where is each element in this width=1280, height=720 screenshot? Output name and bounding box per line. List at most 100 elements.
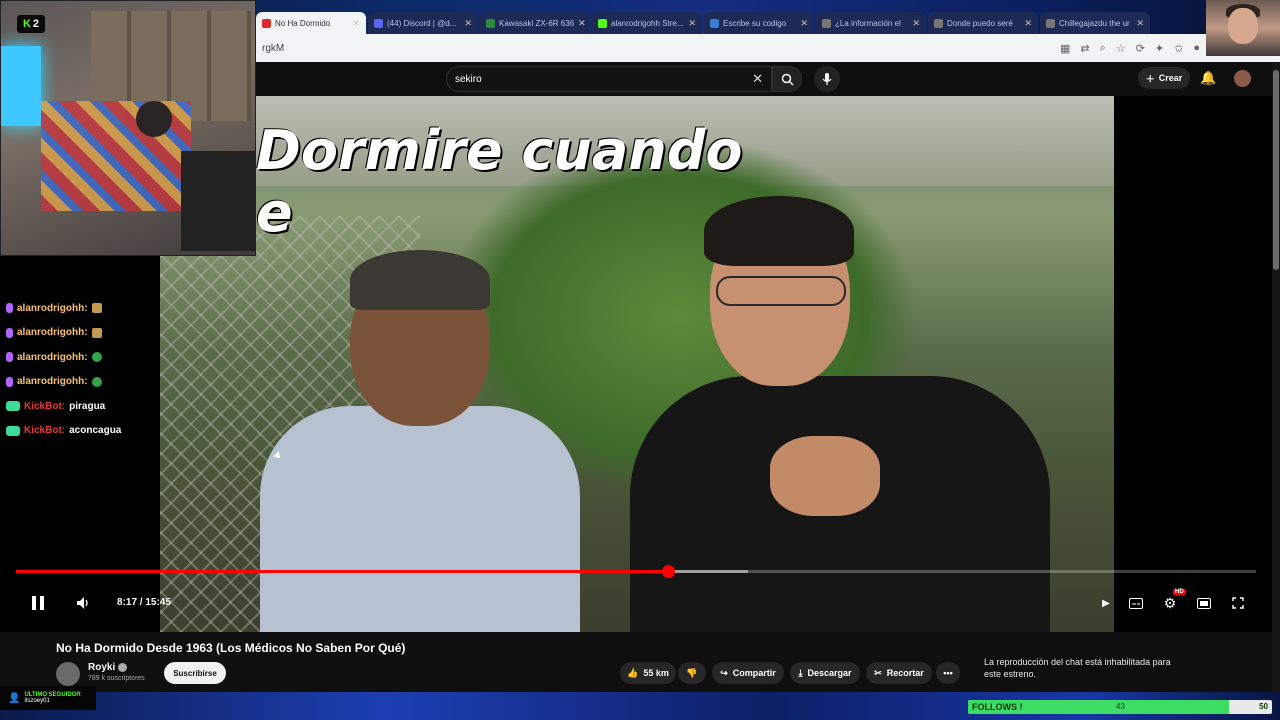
video-scene-young-man	[630, 196, 1050, 632]
bookmark-star-icon[interactable]: ☆	[1116, 42, 1126, 55]
close-tab-icon[interactable]: ✕	[800, 18, 808, 29]
tab-favicon-icon	[822, 18, 831, 28]
subscribe-button[interactable]: Suscribirse	[164, 662, 226, 684]
browser-tab[interactable]: ¿La información el ✕	[816, 12, 926, 34]
account-avatar[interactable]	[1234, 70, 1251, 87]
mic-badge-icon	[6, 352, 13, 363]
search-query: sekiro	[455, 73, 482, 85]
favorites-icon[interactable]: ✩	[1174, 42, 1183, 55]
browser-tab[interactable]: Escribe su codigo ✕	[704, 12, 814, 34]
chat-username: alanrodrigohh:	[17, 327, 88, 339]
tab-label: ¿La información el	[835, 18, 901, 28]
notifications-bell-icon[interactable]: 🔔	[1200, 70, 1216, 86]
tab-favicon-icon	[1046, 18, 1055, 28]
autoplay-toggle[interactable]: ▶	[1098, 594, 1114, 612]
browser-tab[interactable]: No Ha Dormido ✕	[256, 12, 366, 34]
browser-tab[interactable]: Donde puedo seré ✕	[928, 12, 1038, 34]
browser-tab[interactable]: alanrodrigohh Stre... ✕	[592, 12, 702, 34]
extension-puzzle-icon[interactable]: ✦	[1155, 42, 1164, 55]
search-button[interactable]	[772, 66, 802, 92]
apps-icon[interactable]: ▦	[1060, 42, 1070, 55]
close-tab-icon[interactable]: ✕	[1136, 18, 1144, 29]
pause-button[interactable]	[28, 594, 48, 612]
close-tab-icon[interactable]: ✕	[688, 18, 696, 29]
chat-disabled-notice: La reproducción del chat está inhabilita…	[984, 657, 1171, 679]
volume-icon	[77, 597, 88, 609]
emote-icon	[91, 376, 102, 387]
tab-label: Chillegajazdu the ur	[1059, 18, 1130, 28]
close-tab-icon[interactable]: ✕	[352, 18, 360, 29]
tab-favicon-icon	[710, 18, 719, 28]
last-follower-name: itszoey01	[24, 698, 50, 704]
browser-tab[interactable]: Chillegajazdu the ur ✕	[1040, 12, 1150, 34]
search-input[interactable]: sekiro ✕	[446, 66, 772, 92]
share-icon: ↪	[720, 667, 728, 678]
close-tab-icon[interactable]: ✕	[578, 18, 586, 29]
share-button[interactable]: ↪ Compartir	[712, 662, 784, 684]
download-icon: ⤓	[798, 667, 803, 678]
dislike-button[interactable]: 👎	[678, 662, 706, 684]
tab-label: Kawasaki ZX-6R 636	[499, 18, 575, 28]
create-label: Crear	[1158, 73, 1183, 83]
screen: No Ha Dormido ✕ (44) Discord | @d... ✕ Kawas…	[0, 0, 1280, 720]
fullscreen-icon	[1232, 597, 1244, 609]
plus-icon: ＋	[1145, 73, 1155, 84]
emote-icon	[91, 352, 102, 363]
theater-mode-button[interactable]	[1196, 594, 1212, 612]
zoom-icon[interactable]: ⌕	[1100, 42, 1106, 55]
like-button[interactable]: 👍 55 km	[620, 662, 676, 684]
tab-favicon-icon	[374, 18, 383, 28]
settings-button[interactable]: ⚙	[1162, 594, 1178, 612]
browser-tab[interactable]: Kawasaki ZX-6R 636 ✕	[480, 12, 590, 34]
video-letterbox-right	[1114, 96, 1280, 632]
clear-search-icon[interactable]: ✕	[752, 71, 763, 87]
volume-button[interactable]	[74, 594, 92, 612]
streamer-facecam	[1206, 0, 1280, 56]
chat-username: KickBot:	[24, 425, 66, 437]
page-scrollbar-thumb[interactable]	[1273, 70, 1279, 270]
clip-label: Recortar	[886, 668, 924, 678]
stream-chat: alanrodrigohh: alanrodrigohh: alanrodrigoh…	[6, 296, 166, 443]
thumbs-up-icon: 👍	[627, 667, 639, 678]
gift-emote-icon	[91, 327, 102, 338]
search-icon	[781, 73, 794, 86]
video-caption-line-2: e	[256, 181, 293, 244]
microphone-icon	[822, 72, 832, 85]
translate-icon[interactable]: ⇄	[1080, 42, 1089, 55]
fullscreen-button[interactable]	[1230, 594, 1246, 612]
address-bar[interactable]: rgkM ▦ ⇄ ⌕ ☆ ⟳ ✦ ✩ ●	[256, 34, 1206, 62]
subscriber-count: 789 k suscriptores	[88, 675, 145, 682]
chat-message: alanrodrigohh:	[6, 321, 166, 346]
last-follower-widget: 👤 ULTIMO SEGUIDOR itszoey01	[0, 686, 96, 710]
profile-icon[interactable]: ●	[1193, 42, 1200, 55]
mic-badge-icon	[6, 376, 13, 387]
more-icon: •••	[943, 668, 953, 678]
browser-tab[interactable]: (44) Discord | @d... ✕	[368, 12, 478, 34]
tab-label: No Ha Dormido	[275, 18, 331, 28]
tab-favicon-icon	[486, 18, 495, 28]
close-tab-icon[interactable]: ✕	[464, 18, 472, 29]
channel-avatar[interactable]	[56, 662, 80, 686]
voice-search-button[interactable]	[814, 66, 840, 92]
video-caption-overlay: Dormire cuando e	[256, 120, 742, 244]
chat-message: alanrodrigohh:	[6, 296, 166, 321]
create-button[interactable]: ＋ Crear	[1138, 67, 1190, 89]
more-actions-button[interactable]: •••	[936, 662, 960, 684]
thumbs-down-icon: 👎	[686, 667, 698, 678]
extensions-icon[interactable]: ⟳	[1136, 42, 1145, 55]
chat-username: alanrodrigohh:	[17, 351, 88, 363]
close-tab-icon[interactable]: ✕	[1024, 18, 1032, 29]
close-tab-icon[interactable]: ✕	[912, 18, 920, 29]
subtitles-button[interactable]	[1128, 594, 1144, 612]
browser-toolbar-icons: ▦ ⇄ ⌕ ☆ ⟳ ✦ ✩ ●	[1060, 42, 1200, 55]
clip-button[interactable]: ✂ Recortar	[866, 662, 932, 684]
gear-icon: ⚙	[1163, 594, 1177, 611]
download-button[interactable]: ⤓ Descargar	[790, 662, 860, 684]
bot-badge-icon	[6, 425, 20, 436]
chat-message: alanrodrigohh:	[6, 345, 166, 370]
mic-badge-icon	[6, 303, 13, 314]
share-label: Compartir	[732, 668, 776, 678]
tab-label: Donde puedo seré	[947, 18, 1013, 28]
channel-name[interactable]: Royki	[88, 662, 128, 673]
tab-favicon-icon	[262, 18, 271, 28]
